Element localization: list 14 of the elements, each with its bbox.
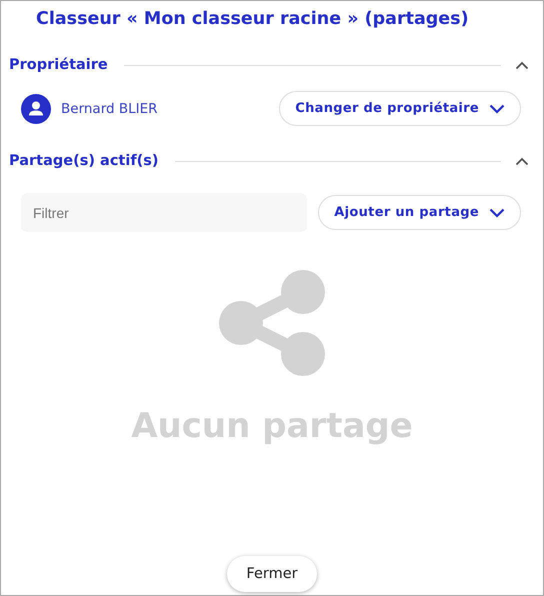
- close-button[interactable]: Fermer: [227, 556, 317, 592]
- collapse-icon[interactable]: [515, 156, 529, 166]
- dialog-title: Classeur « Mon classeur racine » (partages): [35, 8, 470, 31]
- section-title: Propriétaire: [9, 57, 108, 73]
- caret-icon: [489, 208, 505, 218]
- user-avatar-icon: [21, 94, 51, 124]
- owner-name: Bernard BLIER: [61, 100, 159, 116]
- collapse-icon[interactable]: [515, 60, 529, 70]
- filter-field[interactable]: Filtrer: [21, 193, 308, 232]
- add-share-button[interactable]: Ajouter un partage: [318, 195, 521, 230]
- share-icon: [219, 270, 325, 376]
- change-owner-button[interactable]: Changer de propriétaire: [279, 91, 521, 126]
- caret-icon: [489, 104, 505, 114]
- section-title: Partage(s) actif(s): [9, 153, 159, 169]
